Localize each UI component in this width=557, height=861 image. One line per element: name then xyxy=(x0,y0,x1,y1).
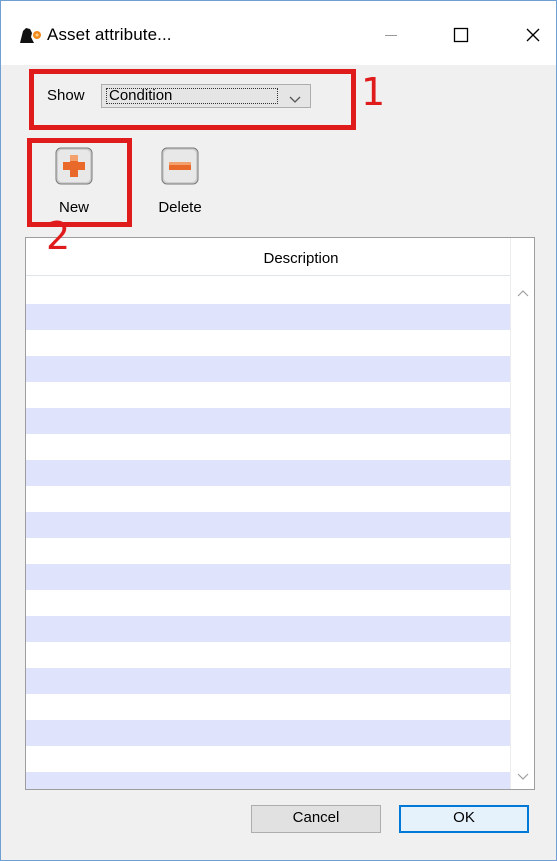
window-title: Asset attribute... xyxy=(47,25,172,44)
annotation-box-1 xyxy=(29,69,356,130)
table-row[interactable] xyxy=(26,460,510,486)
table-row[interactable] xyxy=(26,512,510,538)
annotation-marker-2: 2 xyxy=(46,214,71,258)
scroll-down-icon[interactable] xyxy=(517,768,529,786)
dialog-window: Asset attribute... Show Condition 1 New … xyxy=(0,0,557,861)
title-bar[interactable]: Asset attribute... xyxy=(1,1,556,65)
table-scrollbar[interactable] xyxy=(510,238,534,789)
table-row[interactable] xyxy=(26,408,510,434)
table-row[interactable] xyxy=(26,772,510,789)
maximize-button[interactable] xyxy=(437,17,485,53)
annotation-box-2 xyxy=(27,138,132,227)
table-row[interactable] xyxy=(26,564,510,590)
table-row[interactable] xyxy=(26,304,510,330)
table-rows xyxy=(26,304,510,789)
maximize-icon xyxy=(453,27,469,43)
cancel-button[interactable]: Cancel xyxy=(251,805,381,833)
table-row[interactable] xyxy=(26,434,510,460)
table-row[interactable] xyxy=(26,642,510,668)
ok-button[interactable]: OK xyxy=(399,805,529,833)
minus-icon xyxy=(161,147,199,185)
close-icon xyxy=(525,27,541,43)
close-button[interactable] xyxy=(509,17,556,53)
annotation-marker-1: 1 xyxy=(361,70,386,114)
scroll-up-icon[interactable] xyxy=(517,284,529,302)
table-row[interactable] xyxy=(26,694,510,720)
table-row[interactable] xyxy=(26,356,510,382)
column-header-description[interactable]: Description xyxy=(26,250,534,267)
table-row[interactable] xyxy=(26,668,510,694)
table-row[interactable] xyxy=(26,382,510,408)
table-header: Description xyxy=(26,238,510,276)
table-row[interactable] xyxy=(26,486,510,512)
dialog-body: Show Condition 1 New Delete Description … xyxy=(1,65,556,860)
attribute-table[interactable]: Description xyxy=(25,237,535,790)
delete-button[interactable]: Delete xyxy=(139,147,209,221)
table-row[interactable] xyxy=(26,720,510,746)
minimize-icon xyxy=(384,28,398,42)
minimize-button[interactable] xyxy=(367,17,415,53)
table-row[interactable] xyxy=(26,538,510,564)
delete-button-label: Delete xyxy=(158,199,202,216)
table-row[interactable] xyxy=(26,330,510,356)
table-row[interactable] xyxy=(26,746,510,772)
table-row[interactable] xyxy=(26,616,510,642)
table-row[interactable] xyxy=(26,590,510,616)
app-logo-icon xyxy=(17,25,43,45)
